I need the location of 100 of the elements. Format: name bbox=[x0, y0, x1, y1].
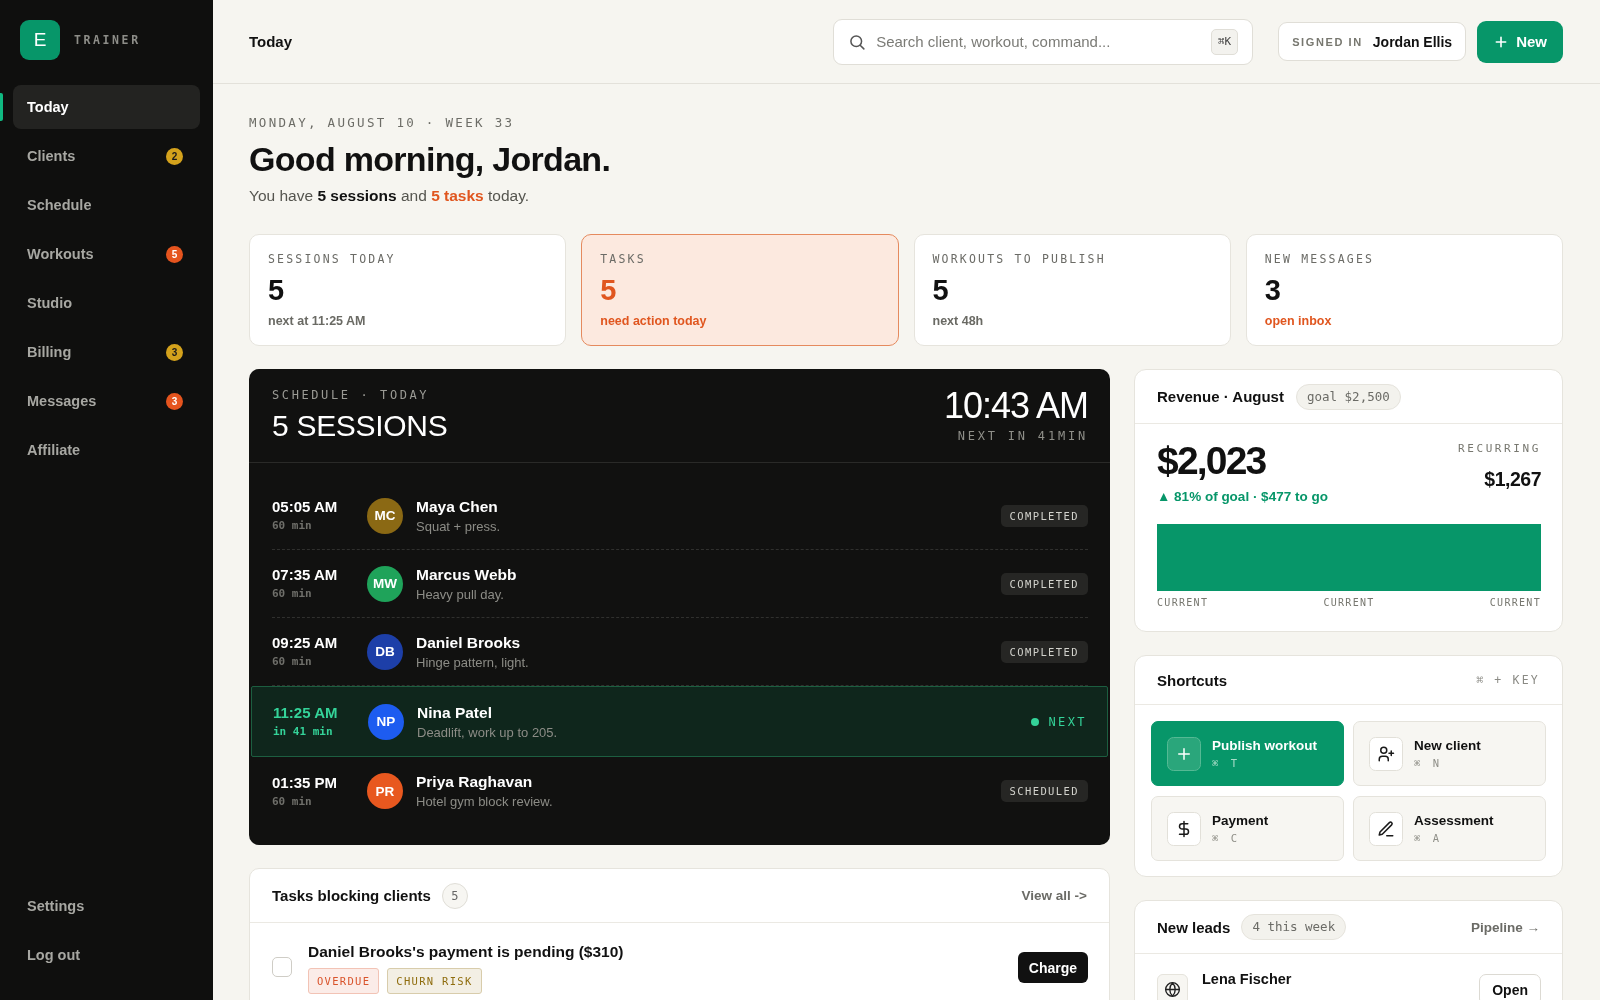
recurring-amount: $1,267 bbox=[1484, 467, 1541, 491]
stat-card[interactable]: TASKS 5 need action today bbox=[581, 234, 899, 346]
session-duration: 60 min bbox=[272, 587, 312, 601]
shortcut-hint: ⌘ + KEY bbox=[1476, 673, 1540, 687]
schedule-eyebrow: SCHEDULE · TODAY bbox=[272, 388, 430, 402]
session-time: 11:25 AM bbox=[273, 704, 338, 722]
session-time: 09:25 AM bbox=[272, 634, 338, 652]
shortcut-label: Payment bbox=[1212, 812, 1269, 829]
nav-item[interactable]: Schedule bbox=[13, 183, 200, 227]
shortcut-tile[interactable]: New client ⌘ N bbox=[1353, 721, 1546, 786]
stat-note: open inbox bbox=[1264, 313, 1332, 329]
plus-icon bbox=[1494, 34, 1509, 49]
client-avatar: NP bbox=[368, 703, 404, 740]
stat-label: NEW MESSAGES bbox=[1264, 251, 1375, 267]
nav-item[interactable]: Studio bbox=[13, 281, 200, 325]
session-note: Hinge pattern, light. bbox=[416, 654, 529, 671]
greeting-heading: Good morning, Jordan. bbox=[249, 139, 611, 179]
pen-icon bbox=[1369, 811, 1403, 846]
session-note: Deadlift, work up to 205. bbox=[417, 724, 558, 741]
session-time: 01:35 PM bbox=[272, 773, 338, 792]
stat-value: 5 bbox=[932, 273, 949, 307]
session-note: Heavy pull day. bbox=[416, 586, 504, 603]
shortcut-keys: ⌘ N bbox=[1414, 757, 1442, 770]
client-name: Priya Raghavan bbox=[416, 772, 533, 791]
view-all-link[interactable]: View all -> bbox=[1021, 888, 1087, 903]
status-badge: COMPLETED bbox=[1000, 504, 1088, 527]
session-time: 05:05 AM bbox=[272, 498, 338, 516]
plus-icon bbox=[1167, 736, 1201, 771]
card-title: New leads bbox=[1157, 918, 1231, 936]
nav-item[interactable]: Settings bbox=[13, 884, 200, 928]
new-button[interactable]: New bbox=[1477, 20, 1563, 63]
user-plus-icon bbox=[1369, 736, 1403, 771]
axis-label: CURRENT bbox=[1323, 597, 1375, 609]
client-avatar: MC bbox=[367, 497, 403, 534]
session-duration: 60 min bbox=[272, 794, 312, 809]
session-time: 07:35 AM bbox=[272, 566, 338, 584]
stat-label: SESSIONS TODAY bbox=[268, 251, 396, 267]
client-name: Daniel Brooks bbox=[416, 632, 521, 652]
count-tag: 4 this week bbox=[1241, 914, 1347, 940]
status-tag: CHURN RISK bbox=[387, 968, 482, 994]
schedule-title: 5 SESSIONS bbox=[272, 408, 448, 444]
stat-value: 3 bbox=[1264, 273, 1281, 307]
dollar-icon bbox=[1167, 811, 1201, 846]
goal-tag: goal $2,500 bbox=[1295, 383, 1401, 410]
nav-item[interactable]: Messages 3 bbox=[13, 379, 200, 423]
nav-item[interactable]: Billing 3 bbox=[13, 330, 200, 374]
logo: E bbox=[20, 20, 60, 60]
account-chip[interactable]: SIGNED IN Jordan Ellis bbox=[1278, 22, 1467, 61]
task-title: Daniel Brooks's payment is pending ($310) bbox=[308, 942, 624, 962]
axis-label: CURRENT bbox=[1489, 597, 1541, 609]
stat-card[interactable]: SESSIONS TODAY 5 next at 11:25 AM bbox=[249, 234, 567, 346]
stat-note: next 48h bbox=[932, 313, 984, 329]
card-title: Tasks blocking clients bbox=[272, 887, 431, 904]
count-badge: 3 bbox=[166, 392, 183, 410]
session-note: Hotel gym block review. bbox=[416, 794, 553, 810]
session-duration: in 41 min bbox=[273, 725, 333, 739]
axis-label: CURRENT bbox=[1157, 597, 1209, 609]
stat-value: 5 bbox=[600, 273, 617, 307]
count-badge: 5 bbox=[166, 245, 183, 263]
nav-item[interactable]: Clients 2 bbox=[13, 134, 200, 178]
session-duration: 60 min bbox=[272, 519, 312, 533]
shortcut-keys: ⌘ C bbox=[1212, 832, 1240, 845]
client-avatar: DB bbox=[367, 633, 403, 670]
shortcut-tile[interactable]: Publish workout ⌘ T bbox=[1151, 721, 1344, 786]
card-title: Revenue · August bbox=[1157, 388, 1284, 405]
user-name: Jordan Ellis bbox=[1372, 33, 1453, 50]
shortcut-tile[interactable]: Payment ⌘ C bbox=[1151, 796, 1344, 861]
brand-name: TRAINER bbox=[74, 33, 141, 47]
stat-label: WORKOUTS TO PUBLISH bbox=[932, 251, 1106, 267]
shortcut-label: Assessment bbox=[1414, 812, 1494, 829]
revenue-amount: $2,023 bbox=[1157, 439, 1266, 483]
session-status: NEXT bbox=[1048, 714, 1087, 729]
open-button[interactable]: Open bbox=[1479, 974, 1541, 1000]
stat-card[interactable]: WORKOUTS TO PUBLISH 5 next 48h bbox=[913, 234, 1231, 346]
signed-in-label: SIGNED IN bbox=[1292, 35, 1363, 48]
nav-item[interactable]: Log out bbox=[13, 933, 200, 977]
pipeline-link[interactable]: Pipeline → bbox=[1470, 919, 1540, 935]
client-avatar: PR bbox=[367, 773, 403, 809]
goal-progress-text: ▲ 81% of goal · $477 to go bbox=[1157, 488, 1328, 506]
client-name: Maya Chen bbox=[416, 496, 498, 516]
status-tag: OVERDUE bbox=[308, 968, 380, 994]
stat-note: next at 11:25 AM bbox=[268, 313, 366, 329]
count-badge: 2 bbox=[166, 147, 183, 165]
shortcut-label: Publish workout bbox=[1212, 737, 1317, 754]
page-title: Today bbox=[249, 33, 293, 50]
shortcut-keys: ⌘ A bbox=[1414, 832, 1442, 845]
lead-name: Lena Fischer bbox=[1202, 970, 1292, 988]
stat-card[interactable]: NEW MESSAGES 3 open inbox bbox=[1245, 234, 1563, 346]
client-name: Nina Patel bbox=[417, 702, 492, 722]
card-title: Shortcuts bbox=[1157, 671, 1227, 689]
nav-item[interactable]: Workouts 5 bbox=[13, 232, 200, 276]
countdown-label: NEXT IN 41MIN bbox=[957, 429, 1088, 443]
recurring-label: RECURRING bbox=[1458, 442, 1541, 456]
session-duration: 60 min bbox=[272, 655, 312, 669]
charge-button[interactable]: Charge bbox=[1017, 952, 1088, 983]
checkbox[interactable] bbox=[272, 957, 292, 977]
stat-note: need action today bbox=[600, 313, 707, 329]
shortcut-tile[interactable]: Assessment ⌘ A bbox=[1353, 796, 1546, 861]
nav-item[interactable]: Affiliate bbox=[13, 428, 200, 472]
current-session-row[interactable]: 11:25 AM in 41 min NP Nina Patel Deadlift, work up to 205. NEXT bbox=[251, 686, 1108, 757]
